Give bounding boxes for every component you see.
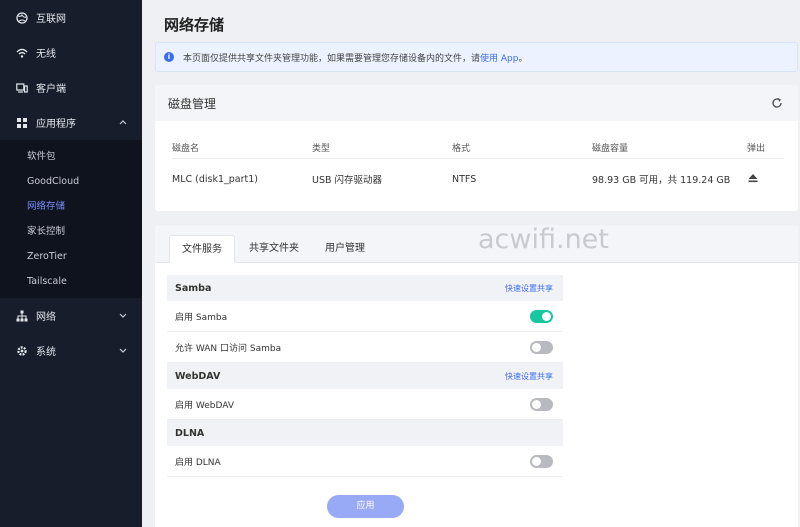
- applications-submenu: 软件包 GoodCloud 网络存储 家长控制 ZeroTier Tailsca…: [0, 140, 142, 298]
- sidebar-item-parental-control[interactable]: 家长控制: [0, 219, 142, 244]
- enable-webdav-toggle[interactable]: [530, 397, 553, 411]
- eject-icon[interactable]: [747, 172, 759, 184]
- watermark: acwifi.net: [478, 224, 609, 255]
- disk-format: NTFS: [452, 173, 477, 185]
- col-capacity: 磁盘容量: [592, 144, 629, 154]
- disk-management-card: 磁盘管理 磁盘名 类型 格式 磁盘容量 弹出 MLC (disk1_part1)…: [155, 85, 798, 211]
- col-format: 格式: [452, 144, 471, 154]
- list-item: 允许 WAN 口访问 Samba: [167, 332, 563, 363]
- enable-samba-label: 启用 Samba: [175, 312, 228, 323]
- enable-webdav-label: 启用 WebDAV: [175, 400, 234, 411]
- wifi-icon: [16, 47, 28, 59]
- list-item: 启用 Samba: [167, 301, 563, 332]
- sidebar: 互联网 无线 客户端 应用程序 软件包 GoodCloud 网络存储 家长控制 …: [0, 0, 142, 527]
- service-settings: Samba 快速设置共享 启用 Samba 允许 WAN 口访问 Samba W…: [167, 275, 563, 477]
- notice-text: 本页面仅提供共享文件夹管理功能，如果需要管理您存储设备内的文件，请: [183, 53, 481, 64]
- disk-card-title: 磁盘管理: [168, 96, 217, 111]
- dlna-section-header: DLNA: [167, 420, 563, 446]
- eject-cell: [747, 172, 784, 187]
- nav-system[interactable]: 系统: [0, 333, 142, 368]
- samba-quick-setup-link[interactable]: 快速设置共享: [505, 283, 553, 294]
- samba-section-header: Samba 快速设置共享: [167, 275, 563, 301]
- list-item: 启用 DLNA: [167, 446, 563, 477]
- webdav-quick-setup-link[interactable]: 快速设置共享: [505, 371, 553, 382]
- network-icon: [16, 310, 28, 322]
- nav-wireless[interactable]: 无线: [0, 35, 142, 70]
- disk-capacity: 98.93 GB 可用，共 119.24 GB: [592, 175, 731, 186]
- samba-wan-label: 允许 WAN 口访问 Samba: [175, 343, 282, 354]
- refresh-icon[interactable]: [770, 96, 784, 110]
- page-title: 网络存储: [164, 16, 225, 34]
- enable-dlna-toggle[interactable]: [530, 454, 553, 468]
- apps-icon: [16, 117, 28, 129]
- disk-table: 磁盘名 类型 格式 磁盘容量 弹出 MLC (disk1_part1) USB …: [172, 137, 784, 199]
- nav-clients-label: 客户端: [36, 84, 66, 95]
- tabs: 文件服务 共享文件夹 用户管理: [169, 235, 379, 263]
- enable-dlna-label: 启用 DLNA: [175, 457, 221, 468]
- webdav-section-header: WebDAV 快速设置共享: [167, 363, 563, 389]
- list-item: 启用 WebDAV: [167, 389, 563, 420]
- disk-table-header: 磁盘名 类型 格式 磁盘容量 弹出: [172, 137, 784, 159]
- enable-samba-toggle[interactable]: [530, 309, 553, 323]
- info-notice: i 本页面仅提供共享文件夹管理功能，如果需要管理您存储设备内的文件，请 使用 A…: [155, 42, 798, 72]
- chevron-down-icon: [116, 348, 130, 353]
- sidebar-item-network-storage[interactable]: 网络存储: [0, 194, 142, 219]
- gear-icon: [16, 345, 28, 357]
- tab-file-services[interactable]: 文件服务: [169, 235, 235, 263]
- sidebar-item-packages[interactable]: 软件包: [0, 144, 142, 169]
- nav-wireless-label: 无线: [36, 49, 56, 60]
- nav-network-label: 网络: [36, 312, 56, 323]
- sidebar-item-zerotier[interactable]: ZeroTier: [0, 244, 142, 269]
- globe-icon: [16, 11, 28, 24]
- dlna-title: DLNA: [175, 427, 205, 439]
- apply-button[interactable]: 应用: [327, 495, 404, 518]
- disk-name: MLC (disk1_part1): [172, 173, 258, 185]
- table-row: MLC (disk1_part1) USB 闪存驱动器 NTFS 98.93 G…: [172, 159, 784, 199]
- tab-shared-folders[interactable]: 共享文件夹: [237, 235, 311, 263]
- notice-suffix: 。: [518, 53, 528, 64]
- disk-card-header: 磁盘管理: [155, 85, 798, 121]
- use-app-link[interactable]: 使用 App: [480, 51, 518, 64]
- col-eject: 弹出: [747, 144, 766, 154]
- info-icon: i: [164, 52, 174, 62]
- chevron-down-icon: [116, 313, 130, 318]
- services-card: 文件服务 共享文件夹 用户管理 Samba 快速设置共享 启用 Samba 允许…: [155, 225, 798, 527]
- col-type: 类型: [312, 144, 331, 154]
- nav-applications-label: 应用程序: [36, 119, 76, 130]
- col-disk-name: 磁盘名: [172, 144, 200, 154]
- samba-wan-toggle[interactable]: [530, 340, 553, 354]
- chevron-up-icon: [116, 120, 130, 125]
- devices-icon: [16, 82, 28, 94]
- disk-type: USB 闪存驱动器: [312, 175, 383, 186]
- nav-clients[interactable]: 客户端: [0, 70, 142, 105]
- nav-applications[interactable]: 应用程序: [0, 105, 142, 140]
- sidebar-item-goodcloud[interactable]: GoodCloud: [0, 169, 142, 194]
- sidebar-item-tailscale[interactable]: Tailscale: [0, 269, 142, 294]
- webdav-title: WebDAV: [175, 370, 221, 382]
- nav-system-label: 系统: [36, 347, 56, 358]
- nav-internet-label: 互联网: [36, 14, 66, 25]
- nav-network[interactable]: 网络: [0, 298, 142, 333]
- samba-title: Samba: [175, 282, 212, 294]
- tab-user-management[interactable]: 用户管理: [313, 235, 377, 263]
- nav-internet[interactable]: 互联网: [0, 0, 142, 35]
